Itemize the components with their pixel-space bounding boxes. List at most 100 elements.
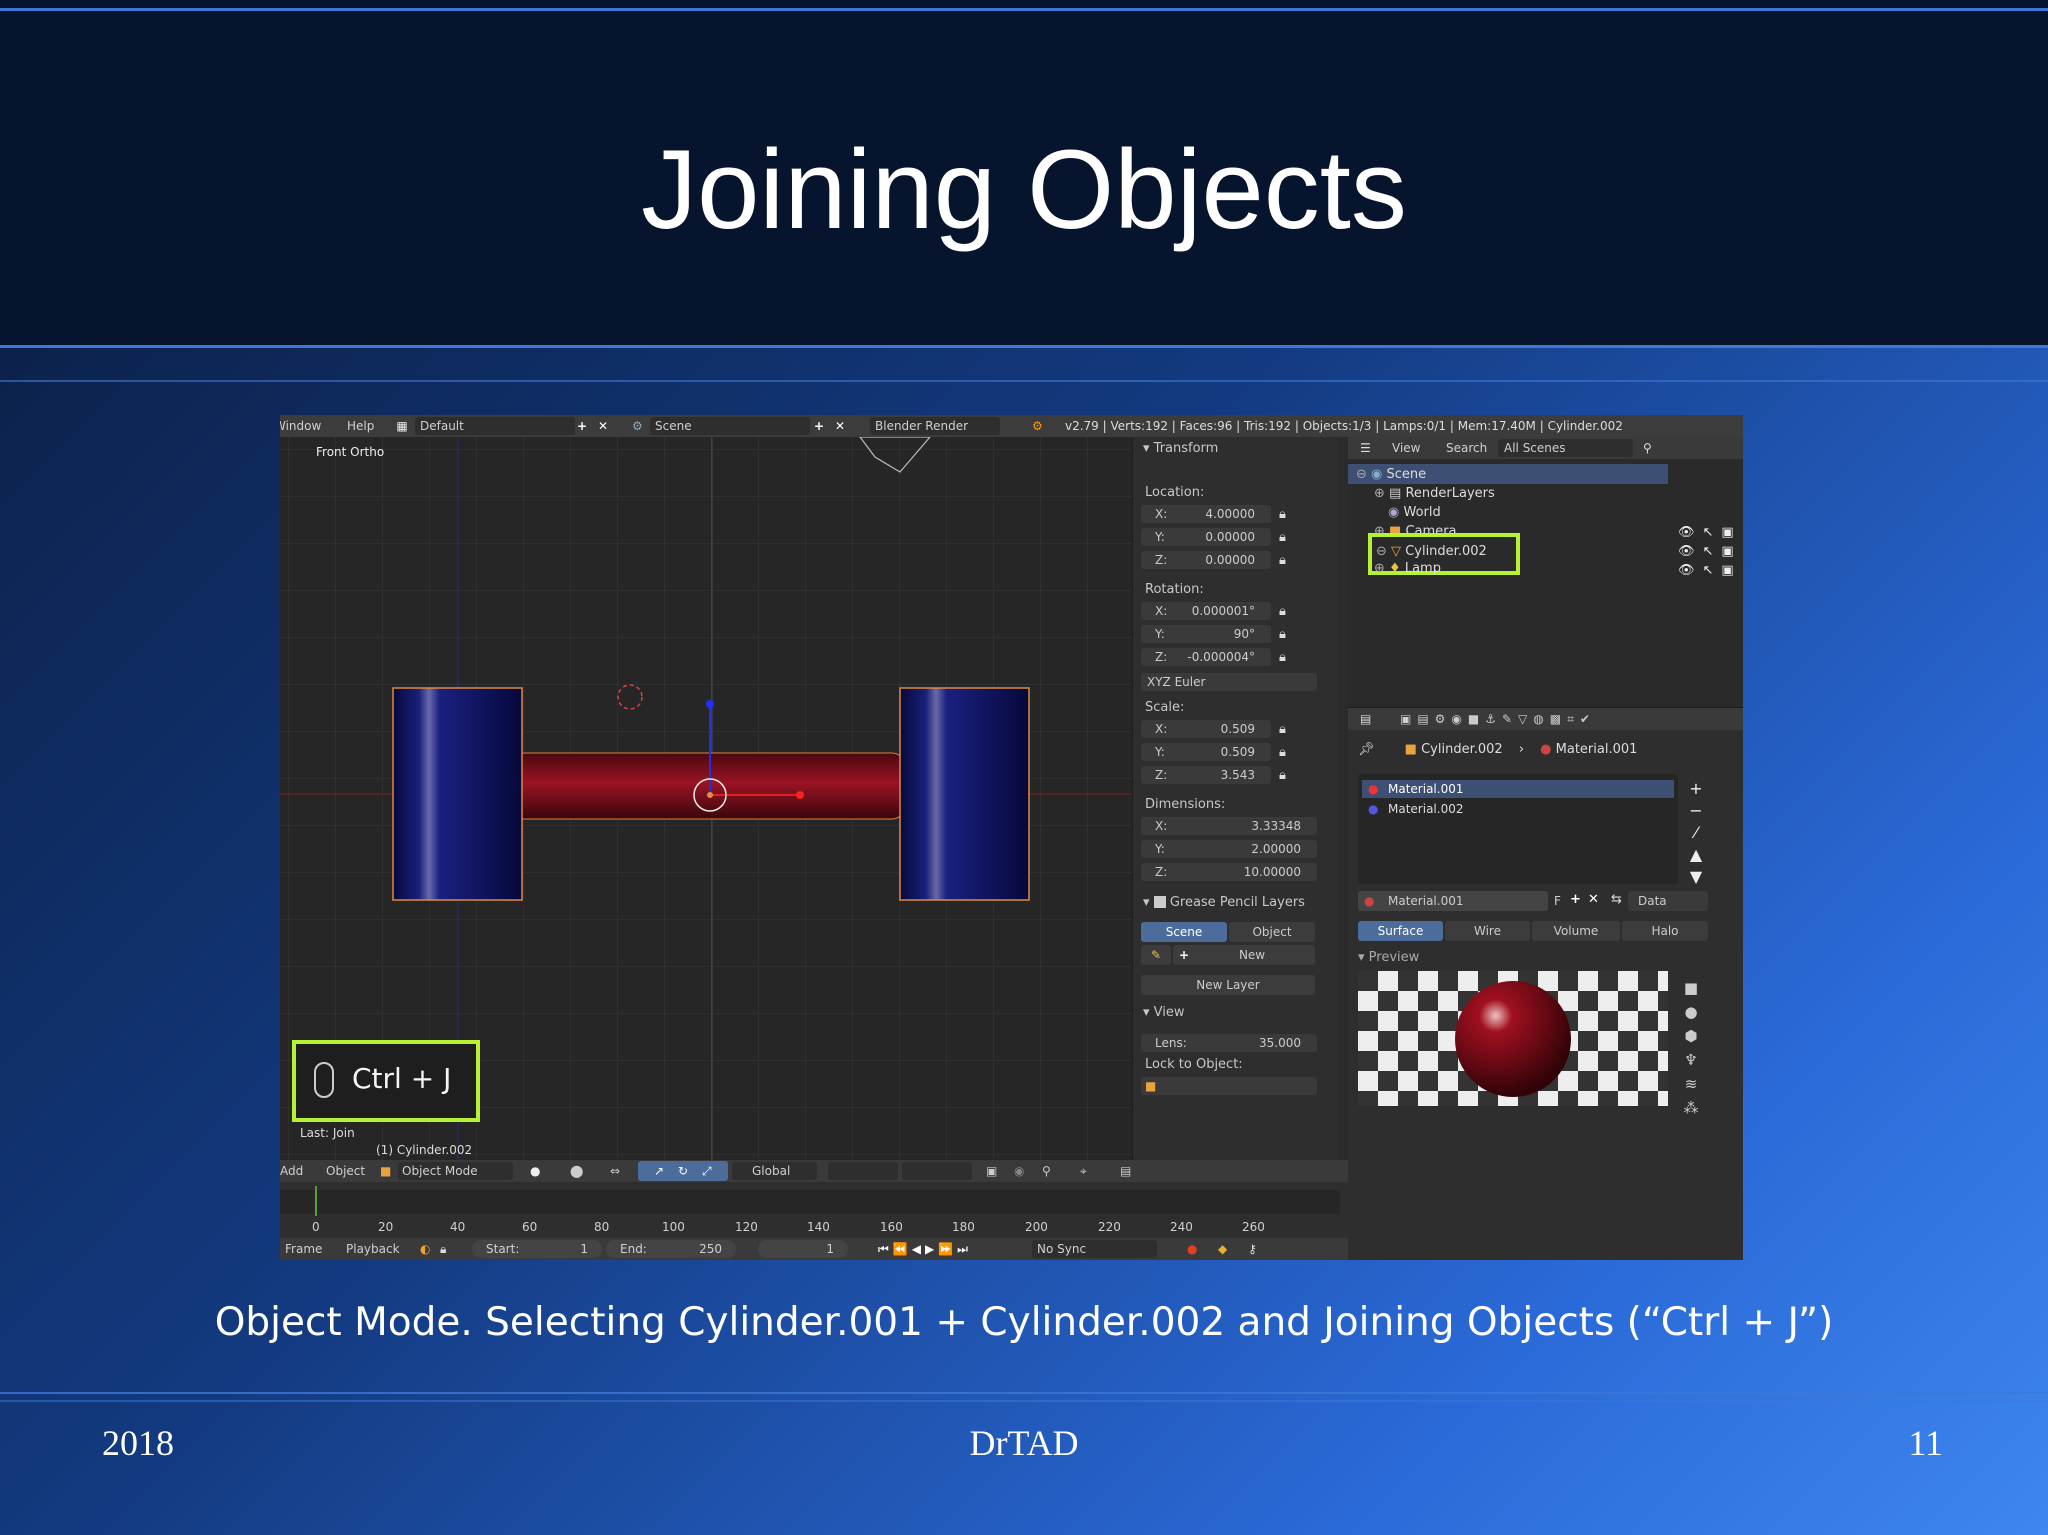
- close-layout-icon[interactable]: ✕: [598, 415, 608, 437]
- keying-set-icon[interactable]: ⚷: [1248, 1238, 1257, 1260]
- timeline[interactable]: 0 20 40 60 80 100 120 140 160 180 200 22…: [280, 1182, 1350, 1260]
- menu-frame[interactable]: Frame: [285, 1238, 322, 1260]
- pivot-icon[interactable]: ⬤: [570, 1160, 583, 1182]
- proportional-icon[interactable]: ◉: [1014, 1160, 1024, 1182]
- start-field[interactable]: Start: 1: [472, 1240, 602, 1258]
- end-field[interactable]: End: 250: [606, 1240, 736, 1258]
- gp-new-button[interactable]: + New: [1173, 945, 1315, 965]
- rotation-mode-select[interactable]: XYZ Euler: [1141, 673, 1317, 691]
- preview-type-icons[interactable]: ■ ● ⬢ ♆ ≋ ⁂: [1682, 976, 1700, 1120]
- current-frame-field[interactable]: 1: [758, 1240, 848, 1258]
- cylinder-left[interactable]: [392, 687, 523, 901]
- outliner-item-scene[interactable]: ⊖ ◉ Scene: [1356, 467, 1426, 482]
- dimensions-y-field[interactable]: Y: 2.00000: [1141, 840, 1317, 858]
- layout-icon[interactable]: ▦: [395, 415, 409, 437]
- menu-playback[interactable]: Playback: [346, 1238, 400, 1260]
- outliner-view[interactable]: View: [1392, 437, 1420, 459]
- context-tab-icons[interactable]: ▣▤⚙◉■⚓✎▽◍▩⌗✔: [1400, 708, 1596, 730]
- pin-icon[interactable]: 📌︎: [1358, 742, 1375, 757]
- lock-icon[interactable]: 🔒︎: [440, 1238, 446, 1260]
- rotation-y-field[interactable]: Y: 90°: [1141, 625, 1271, 643]
- playback-controls[interactable]: ⏮⏪◀▶⏩⏭: [878, 1238, 972, 1260]
- outliner-search[interactable]: Search: [1446, 437, 1487, 459]
- menu-window[interactable]: Window: [280, 415, 321, 437]
- manipulator-toggle-icon[interactable]: ⇔: [610, 1160, 620, 1182]
- material-field[interactable]: ● Material.001: [1358, 891, 1548, 911]
- scale-x-field[interactable]: X: 0.509: [1141, 720, 1271, 738]
- menu-help[interactable]: Help: [347, 415, 374, 437]
- manipulator-x-handle[interactable]: [796, 791, 804, 799]
- outliner-filter-select[interactable]: All Scenes: [1498, 439, 1633, 457]
- location-x-field[interactable]: X: 4.00000: [1141, 505, 1271, 523]
- add-layout-icon[interactable]: +: [577, 415, 587, 437]
- outliner-editor-icon[interactable]: ☰: [1360, 437, 1371, 459]
- last-operator[interactable]: Last: Join: [300, 1126, 355, 1140]
- tab-volume[interactable]: Volume: [1532, 921, 1620, 941]
- layers-1[interactable]: [828, 1162, 898, 1180]
- rotate-icon[interactable]: ↻: [678, 1160, 688, 1182]
- lock-icon[interactable]: 🔒︎: [1279, 745, 1293, 761]
- lock-icon[interactable]: 🔒︎: [1279, 530, 1293, 546]
- engine-select[interactable]: Blender Render: [870, 417, 1000, 435]
- tab-wire[interactable]: Wire: [1445, 921, 1530, 941]
- transform-panel-title[interactable]: ▾ Transform: [1143, 441, 1218, 456]
- new-material-icon[interactable]: +: [1570, 892, 1581, 907]
- dimensions-z-field[interactable]: Z: 10.00000: [1141, 863, 1317, 881]
- keying-icon[interactable]: ◐: [420, 1238, 430, 1260]
- dimensions-x-field[interactable]: X: 3.33348: [1141, 817, 1317, 835]
- sync-select[interactable]: No Sync: [1032, 1240, 1157, 1258]
- scale-y-field[interactable]: Y: 0.509: [1141, 743, 1271, 761]
- fake-user-label[interactable]: F: [1554, 894, 1561, 908]
- search-icon[interactable]: ⚲: [1643, 437, 1652, 459]
- checkbox-icon[interactable]: [1153, 896, 1166, 908]
- preview-panel-title[interactable]: ▾ Preview: [1358, 950, 1419, 965]
- lock-icon[interactable]: 🔒︎: [1279, 768, 1293, 784]
- pencil-icon[interactable]: ✎: [1141, 945, 1171, 965]
- lens-field[interactable]: Lens: 35.000: [1141, 1034, 1317, 1052]
- add-scene-icon[interactable]: +: [814, 415, 824, 437]
- slot-buttons[interactable]: + − ⁄ ▲ ▼: [1688, 778, 1704, 888]
- outliner-item-world[interactable]: ◉ World: [1388, 505, 1441, 520]
- cylinder-right[interactable]: [899, 687, 1030, 901]
- keyframe-icon[interactable]: ◆: [1218, 1238, 1227, 1260]
- visibility-icons[interactable]: 👁︎↖▣: [1678, 544, 1742, 559]
- grease-pencil-title[interactable]: ▾ Grease Pencil Layers: [1143, 895, 1305, 910]
- close-scene-icon[interactable]: ✕: [835, 415, 845, 437]
- outliner-item-lamp[interactable]: ⊕ ♦ Lamp: [1374, 561, 1441, 576]
- tab-halo[interactable]: Halo: [1622, 921, 1708, 941]
- link-data-select[interactable]: Data: [1628, 891, 1708, 911]
- mode-select[interactable]: Object Mode: [398, 1162, 513, 1180]
- lock-icon[interactable]: 🔒︎: [1279, 627, 1293, 643]
- lock-icon[interactable]: 🔒︎: [1279, 650, 1293, 666]
- rotation-z-field[interactable]: Z: -0.000004°: [1141, 648, 1271, 666]
- visibility-icons[interactable]: 👁︎↖▣: [1678, 525, 1742, 540]
- lock-icon[interactable]: 🔒︎: [1279, 553, 1293, 569]
- menu-add[interactable]: Add: [280, 1160, 303, 1182]
- snap-icon[interactable]: ⚲: [1042, 1160, 1051, 1182]
- unlink-material-icon[interactable]: ✕: [1588, 892, 1599, 907]
- current-frame-marker[interactable]: [315, 1186, 317, 1216]
- gp-new-layer-button[interactable]: New Layer: [1141, 975, 1315, 995]
- link-icon[interactable]: ⇆: [1611, 892, 1622, 907]
- 3d-viewport[interactable]: Front Ortho Ctrl + J Last: Join (1) Cyli…: [280, 437, 1132, 1160]
- translate-icon[interactable]: ↗: [654, 1160, 664, 1182]
- outliner-item-cylinder[interactable]: ⊖ ▽ Cylinder.002: [1376, 544, 1487, 559]
- menu-object[interactable]: Object: [326, 1160, 365, 1182]
- shading-icon[interactable]: ●: [530, 1160, 540, 1182]
- layout-select[interactable]: Default: [415, 417, 575, 435]
- tab-surface[interactable]: Surface: [1358, 921, 1443, 941]
- view-panel-title[interactable]: ▾ View: [1143, 1005, 1185, 1020]
- render-icon[interactable]: ▤: [1120, 1160, 1131, 1182]
- location-z-field[interactable]: Z: 0.00000: [1141, 551, 1271, 569]
- material-slot[interactable]: ● Material.002: [1362, 800, 1674, 818]
- material-slots-list[interactable]: ● Material.001 ● Material.002: [1358, 774, 1678, 884]
- lock-icon[interactable]: 🔒︎: [1279, 604, 1293, 620]
- orientation-select[interactable]: Global: [732, 1162, 817, 1180]
- properties-editor-icon[interactable]: ▤: [1360, 708, 1371, 730]
- timeline-track[interactable]: [280, 1190, 1340, 1214]
- outliner[interactable]: ☰ View Search All Scenes ⚲ ⊖ ◉ Scene ⊕ ▤…: [1348, 437, 1743, 707]
- lock-icon[interactable]: 🔒︎: [1279, 507, 1293, 523]
- gp-object-tab[interactable]: Object: [1229, 922, 1315, 942]
- outliner-item-renderlayers[interactable]: ⊕ ▤ RenderLayers: [1374, 486, 1495, 501]
- scale-icon[interactable]: ⤢: [702, 1160, 712, 1182]
